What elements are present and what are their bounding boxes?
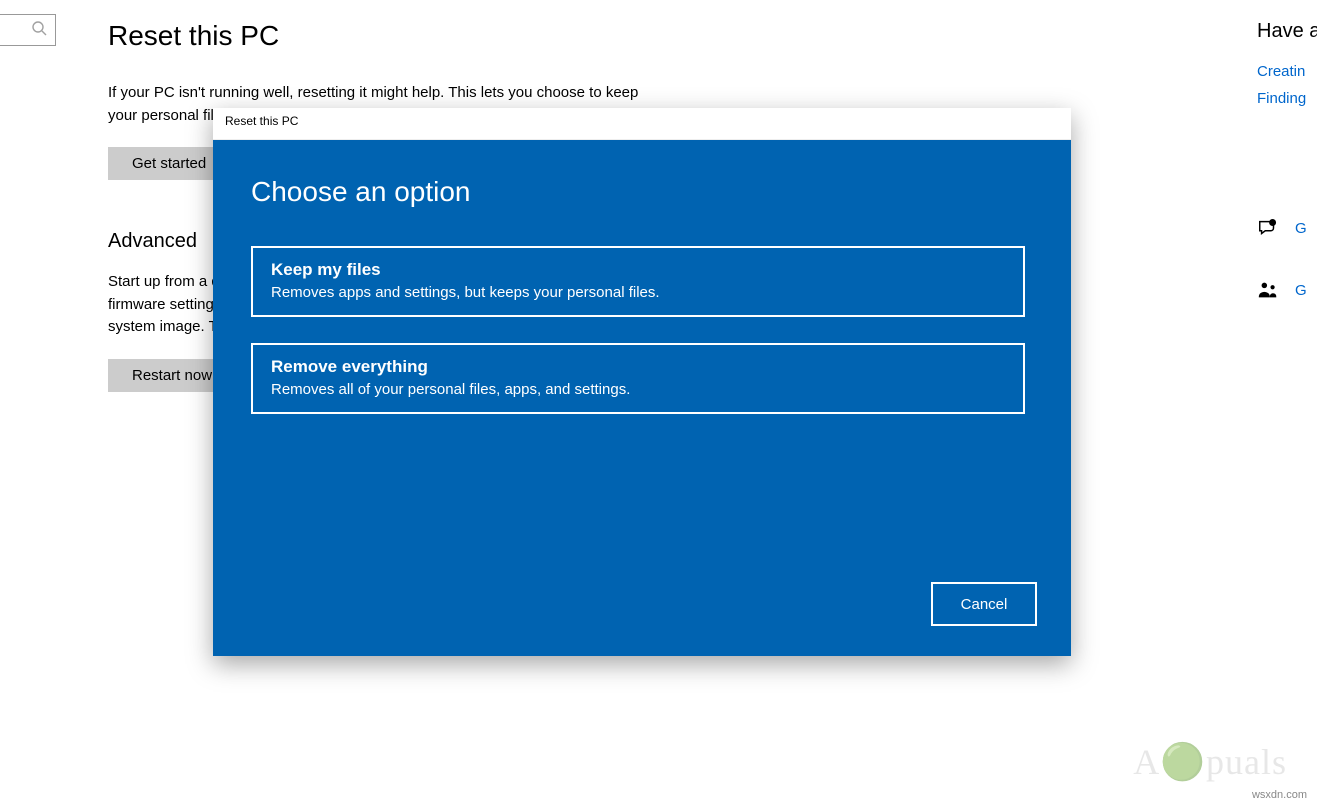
option-remove-title: Remove everything	[271, 357, 1005, 377]
get-started-button[interactable]: Get started	[108, 147, 230, 180]
option-keep-files-desc: Removes apps and settings, but keeps you…	[271, 284, 1005, 301]
link-creating[interactable]: Creatin	[1257, 63, 1317, 80]
feedback-icon	[1257, 217, 1279, 239]
dialog-heading: Choose an option	[251, 176, 1033, 208]
search-input[interactable]	[0, 14, 56, 46]
dialog-titlebar: Reset this PC	[213, 108, 1071, 140]
dialog-body: Choose an option Keep my files Removes a…	[213, 140, 1071, 656]
option-remove-desc: Removes all of your personal files, apps…	[271, 381, 1005, 398]
cancel-button[interactable]: Cancel	[931, 582, 1037, 626]
option-keep-files[interactable]: Keep my files Removes apps and settings,…	[251, 246, 1025, 317]
feedback-label: G	[1295, 220, 1307, 237]
search-icon	[31, 20, 47, 40]
link-finding[interactable]: Finding	[1257, 90, 1317, 107]
appuals-logo: A🟢puals	[1133, 741, 1287, 783]
reset-dialog: Reset this PC Choose an option Keep my f…	[213, 108, 1071, 656]
option-keep-files-title: Keep my files	[271, 260, 1005, 280]
option-remove-everything[interactable]: Remove everything Removes all of your pe…	[251, 343, 1025, 414]
page-title: Reset this PC	[108, 20, 788, 52]
help-row[interactable]: G	[1257, 279, 1317, 301]
right-column: Have a Creatin Finding G G	[1257, 20, 1317, 315]
people-icon	[1257, 279, 1279, 301]
sidebar	[0, 0, 60, 807]
help-label: G	[1295, 282, 1307, 299]
question-heading: Have a	[1257, 20, 1317, 43]
source-watermark: wsxdn.com	[1252, 789, 1307, 801]
feedback-row[interactable]: G	[1257, 217, 1317, 239]
